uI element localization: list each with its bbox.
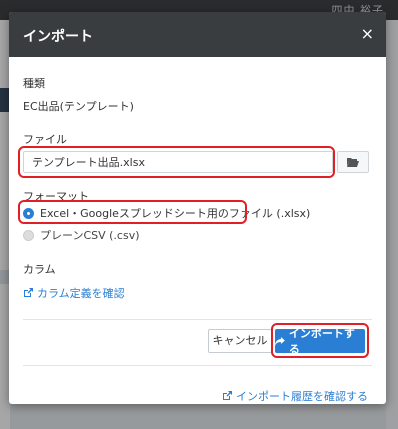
format-option-label: プレーンCSV (.csv) [40, 229, 140, 242]
radio-unselected[interactable] [23, 229, 34, 241]
format-option-csv[interactable]: プレーンCSV (.csv) [23, 227, 140, 243]
format-highlight [18, 200, 247, 224]
footer-divider [23, 319, 372, 320]
modal-title: インポート [23, 29, 93, 45]
modal-header: インポート × [9, 12, 386, 57]
import-history-link[interactable]: インポート履歴を確認する [222, 388, 368, 404]
cancel-button[interactable]: キャンセル [208, 329, 272, 353]
external-link-icon [223, 391, 232, 400]
browse-button[interactable] [337, 151, 369, 173]
file-label: ファイル [23, 133, 67, 146]
import-highlight [271, 323, 369, 358]
external-link-icon [24, 288, 33, 297]
file-highlight [18, 146, 335, 178]
type-label: 種類 [23, 77, 45, 90]
column-label: カラム [23, 263, 56, 276]
column-definition-link[interactable]: カラム定義を確認 [23, 285, 125, 301]
close-icon[interactable]: × [361, 24, 374, 43]
history-link-text: インポート履歴を確認する [236, 390, 368, 403]
import-modal: インポート × 種類 EC出品(テンプレート) ファイル テンプレート出品.xl… [9, 12, 386, 404]
column-link-text: カラム定義を確認 [37, 287, 125, 300]
type-value: EC出品(テンプレート) [23, 100, 134, 113]
folder-open-icon [347, 158, 359, 167]
footer-divider [23, 365, 372, 366]
